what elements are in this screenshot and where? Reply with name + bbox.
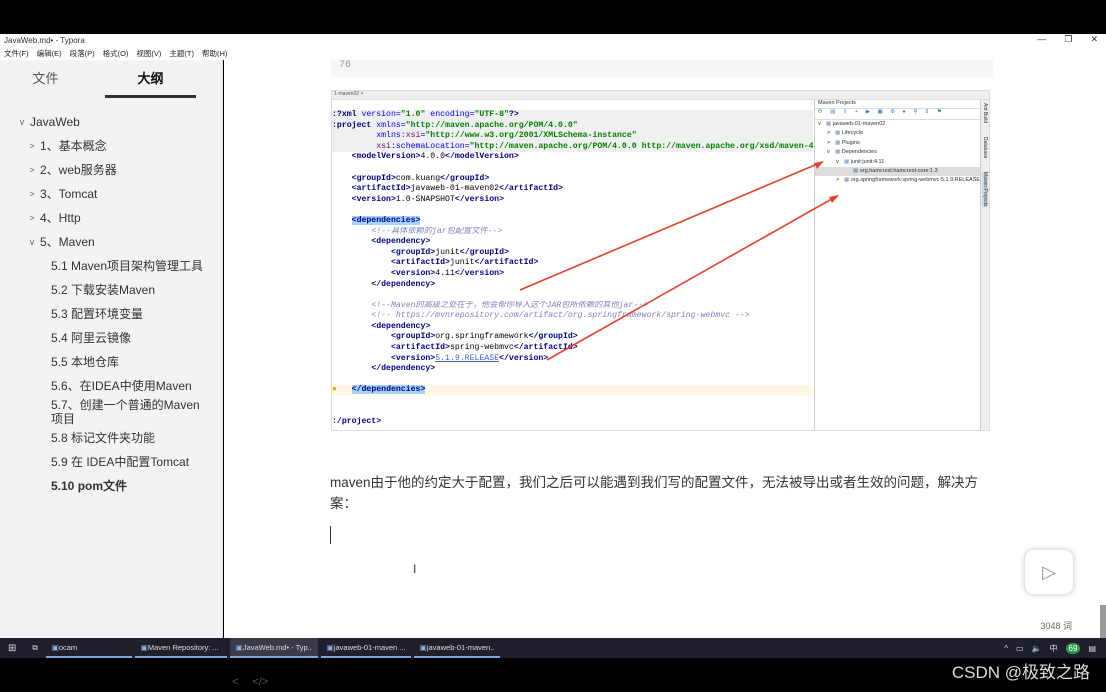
outline-item[interactable]: 5.9 在 IDEA中配置Tomcat — [0, 450, 222, 474]
outline-item[interactable]: v 5、Maven — [0, 230, 222, 254]
outline-item-label: 5.9 在 IDEA中配置Tomcat — [51, 455, 190, 469]
taskbar-item-label: JavaWeb.md• - Typ... — [242, 642, 312, 652]
chevron-right-icon[interactable]: > — [26, 182, 38, 206]
chevron-right-icon[interactable]: > — [26, 158, 38, 182]
taskbar-item-label: Maven Repository: ... — [147, 642, 219, 652]
paragraph-text: maven由于他的约定大于配置，我们之后可以能遇到我们写的配置文件，无法被导出或… — [330, 475, 979, 511]
arrow-head-spring — [829, 195, 839, 203]
taskbar-item[interactable]: ▣ ocam — [45, 638, 132, 658]
scrollbar[interactable] — [1100, 605, 1106, 638]
sidebar: 文件 大纲 v JavaWeb >1、基本概念 >2、web服务器 >3、Tomcat >… — [0, 60, 223, 638]
outline-item[interactable]: 5.3 配置环境变量 — [0, 302, 222, 326]
taskbar-item[interactable]: ▣ javaweb-01-maven ... — [320, 638, 411, 658]
embedded-screenshot-image: 1-maven02 × :?xml version="1.0" encoding… — [331, 90, 990, 431]
outline-item-label: 5.7、创建一个普通的Maven项目 — [51, 398, 200, 426]
outline-item[interactable]: >1、基本概念 — [0, 134, 222, 158]
outline-item[interactable]: v JavaWeb — [0, 110, 222, 134]
tab-files[interactable]: 文件 — [0, 60, 91, 98]
outline-item-label: 3、Tomcat — [40, 187, 98, 201]
app-icon: ▣ — [326, 642, 334, 652]
outline-item[interactable]: >3、Tomcat — [0, 182, 222, 206]
outline-item-label: JavaWeb — [30, 115, 80, 129]
source-code-mode-button[interactable]: </> — [252, 676, 268, 688]
chevron-down-icon[interactable]: v — [26, 230, 38, 254]
outline-item[interactable]: 5.6、在IDEA中使用Maven — [0, 374, 222, 398]
menu-item[interactable]: 主题(T) — [169, 48, 194, 59]
app-icon: ▣ — [51, 642, 59, 652]
close-button[interactable]: ✕ — [1090, 34, 1098, 45]
outline-item[interactable]: 5.5 本地仓库 — [0, 350, 222, 374]
text-caret — [330, 526, 331, 544]
taskbar-item-label: ocam — [58, 642, 78, 652]
arrow-head-junit — [814, 161, 824, 169]
system-tray: ^ ▭ 🔈 中 69 ▤ — [1004, 638, 1096, 658]
outline-item-label: 4、Http — [40, 211, 81, 225]
outline-item-label: 5.10 pom文件 — [51, 479, 128, 493]
arrow-junit — [519, 161, 823, 291]
network-icon[interactable]: ▭ — [1016, 644, 1024, 653]
outline-item[interactable]: 5.2 下载安装Maven — [0, 278, 222, 302]
outline-item-label: 5.2 下载安装Maven — [51, 283, 156, 297]
outline-item-label: 1、基本概念 — [40, 139, 107, 153]
menu-item[interactable]: 文件(F) — [4, 48, 29, 59]
volume-icon[interactable]: 🔈 — [1032, 644, 1042, 653]
menu-item[interactable]: 视图(V) — [136, 48, 161, 59]
badge-icon[interactable]: 69 — [1065, 642, 1081, 654]
outline-item[interactable]: 5.4 阿里云镜像 — [0, 326, 222, 350]
bilibili-play-icon: ▷ — [1025, 550, 1073, 594]
chevron-right-icon[interactable]: > — [26, 134, 38, 158]
outline-item[interactable]: >2、web服务器 — [0, 158, 222, 182]
mouse-cursor-icon: I — [413, 562, 417, 576]
maximize-button[interactable]: ❐ — [1064, 34, 1072, 45]
taskbar-item-label: javaweb-01-maven... — [426, 642, 494, 652]
notification-icon[interactable]: ▤ — [1088, 644, 1096, 653]
outline-item-label: 5.5 本地仓库 — [51, 355, 120, 369]
app-icon: ▣ — [419, 642, 427, 652]
outline-item-label: 5.1 Maven项目架构管理工具 — [51, 259, 204, 273]
annotation-arrows — [519, 161, 839, 361]
back-button[interactable]: < — [232, 676, 238, 688]
title-bar: JavaWeb.md• - Typora — ❐ ✕ — [0, 34, 1106, 46]
editor-main[interactable]: 76 1-maven02 × :?xml version="1.0" encod… — [224, 60, 1106, 638]
outline-item-label: 5.6、在IDEA中使用Maven — [51, 379, 192, 393]
taskbar: ⊞ ⧉ ▣ ocam ▣ Maven Repository: ... ▣ JavaW… — [0, 638, 1106, 658]
task-view-icon[interactable]: ⧉ — [24, 643, 45, 653]
app-icon: ▣ — [140, 642, 148, 652]
tab-outline[interactable]: 大纲 — [105, 60, 196, 98]
arrow-spring — [546, 195, 838, 361]
outline-item-label: 5.8 标记文件夹功能 — [51, 431, 156, 445]
csdn-watermark: CSDN @极致之路 — [951, 663, 1090, 682]
menu-item[interactable]: 段落(P) — [70, 48, 95, 59]
chevron-right-icon[interactable]: > — [26, 206, 38, 230]
word-count[interactable]: 3048 词 — [1040, 619, 1072, 632]
menu-bar: 文件(F) 编辑(E) 段落(P) 格式(O) 视图(V) 主题(T) 帮助(H) — [0, 46, 1106, 60]
outline-item[interactable]: 5.1 Maven项目架构管理工具 — [0, 254, 222, 278]
menu-item[interactable]: 编辑(E) — [37, 48, 62, 59]
taskbar-item[interactable]: ▣ Maven Repository: ... — [134, 638, 227, 658]
tray-expand-icon[interactable]: ^ — [1004, 644, 1008, 653]
taskbar-item[interactable]: ▣ JavaWeb.md• - Typ... — [229, 638, 318, 658]
outline-item-label: 5.4 阿里云镜像 — [51, 331, 132, 345]
outline-item[interactable]: 5.7、创建一个普通的Maven项目 — [0, 398, 222, 426]
ime-indicator[interactable]: 中 — [1050, 643, 1058, 654]
outline-item-label: 5、Maven — [40, 235, 95, 249]
menu-item[interactable]: 帮助(H) — [202, 48, 227, 59]
start-icon[interactable]: ⊞ — [0, 643, 24, 654]
outline-item[interactable]: >4、Http — [0, 206, 222, 230]
taskbar-item-label: javaweb-01-maven ... — [333, 642, 405, 652]
taskbar-item[interactable]: ▣ javaweb-01-maven... — [413, 638, 500, 658]
sidebar-footer: < </> — [232, 676, 268, 688]
outline-item[interactable]: 5.10 pom文件 — [0, 474, 222, 498]
outline-item-label: 5.3 配置环境变量 — [51, 307, 144, 321]
outline-list: v JavaWeb >1、基本概念 >2、web服务器 >3、Tomcat >4、Http… — [0, 98, 222, 498]
window-title: JavaWeb.md• - Typora — [4, 35, 85, 45]
minimize-button[interactable]: — — [1037, 34, 1046, 45]
outline-item[interactable]: 5.8 标记文件夹功能 — [0, 426, 222, 450]
code-block-tail: 76 — [331, 60, 993, 77]
app-icon: ▣ — [235, 642, 243, 652]
menu-item[interactable]: 格式(O) — [103, 48, 129, 59]
outline-item-label: 2、web服务器 — [40, 163, 117, 177]
chevron-down-icon[interactable]: v — [16, 110, 28, 134]
